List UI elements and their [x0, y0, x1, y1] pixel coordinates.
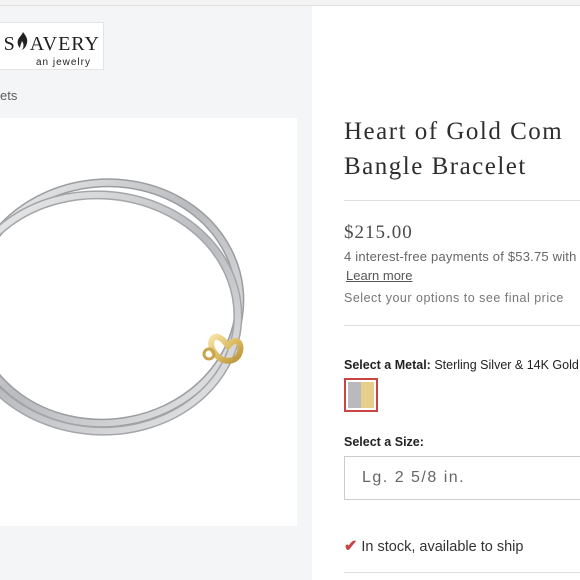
stock-status: ✔ In stock, available to ship: [344, 536, 523, 556]
divider: [344, 572, 580, 573]
installment-text: 4 interest-free payments of $53.75 with: [344, 249, 577, 264]
bangle-bracelet-image: [0, 178, 245, 436]
stock-status-text: In stock, available to ship: [361, 539, 524, 555]
size-select[interactable]: Lg. 2 5/8 in.: [344, 456, 580, 500]
product-title-line2: Bangle Bracelet: [344, 153, 527, 180]
metal-swatch-silver-gold[interactable]: [344, 378, 378, 412]
flame-icon: [17, 31, 29, 57]
options-note: Select your options to see final price: [344, 291, 564, 305]
divider: [344, 325, 580, 326]
product-details-column: Heart of Gold Com Bangle Bracelet $215.0…: [312, 6, 580, 580]
metal-label: Select a Metal: Sterling Silver & 14K Go…: [344, 358, 579, 372]
gold-swatch-half: [361, 382, 374, 408]
product-title: Heart of Gold Com Bangle Bracelet: [344, 114, 580, 184]
metal-selected-value: Sterling Silver & 14K Gold: [434, 358, 579, 372]
product-title-line1: Heart of Gold Com: [344, 118, 564, 145]
breadcrumb[interactable]: ets: [0, 88, 17, 103]
divider: [344, 200, 580, 201]
size-label: Select a Size:: [344, 435, 424, 449]
logo-wordmark: S AVERY: [0, 31, 100, 57]
checkmark-icon: ✔: [344, 538, 358, 555]
product-price: $215.00: [344, 222, 413, 243]
logo-tagline: an jewelry: [35, 57, 91, 68]
learn-more-link[interactable]: Learn more: [346, 268, 412, 283]
product-gallery-column: S AVERY an jewelry ets: [0, 6, 312, 580]
silver-swatch-half: [348, 382, 361, 408]
brand-logo[interactable]: S AVERY an jewelry: [0, 22, 104, 70]
logo-text-right: AVERY: [29, 33, 100, 55]
metal-label-text: Select a Metal:: [344, 358, 431, 372]
product-image[interactable]: [0, 118, 297, 526]
logo-text-left: S: [3, 33, 16, 55]
